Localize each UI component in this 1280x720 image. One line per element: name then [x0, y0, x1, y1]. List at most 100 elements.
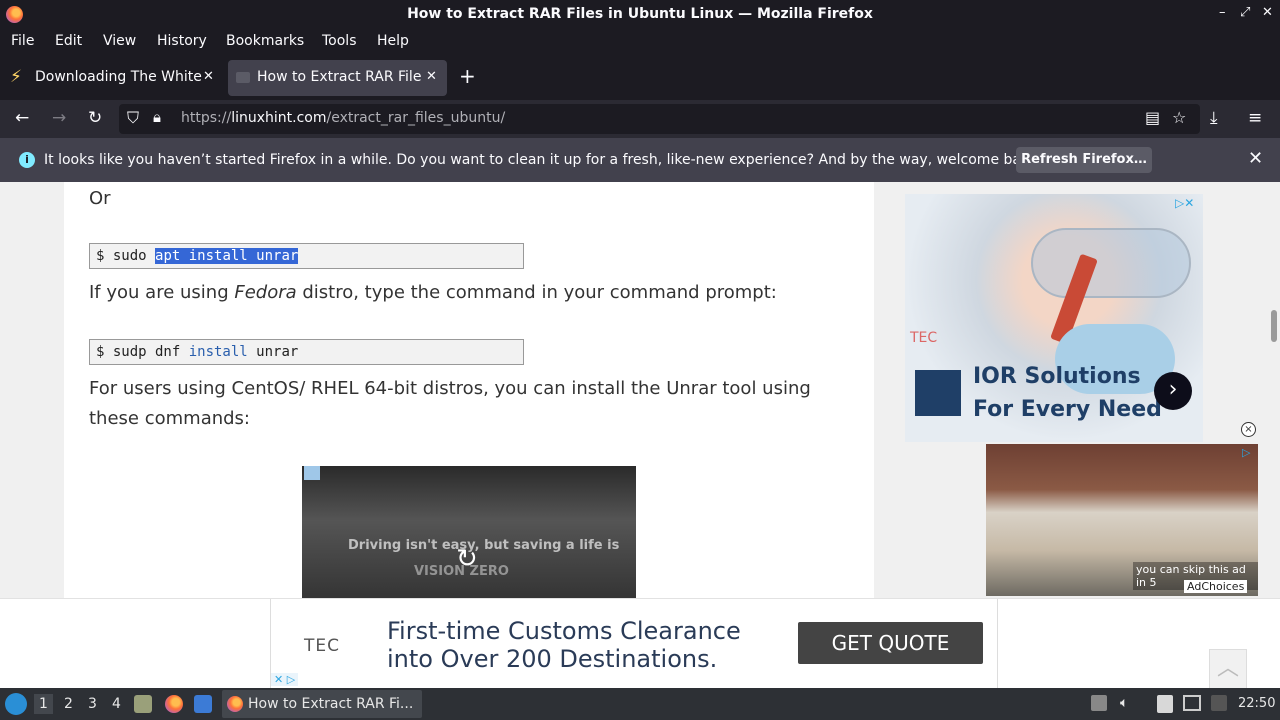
firefox-launcher-icon[interactable]: [165, 695, 183, 713]
inline-video-ad[interactable]: Driving isn't easy, but saving a life is…: [302, 466, 636, 602]
selected-code-text: apt install unrar: [155, 248, 299, 264]
info-icon: i: [19, 152, 35, 168]
tray-network-icon[interactable]: [1211, 695, 1227, 711]
menu-view[interactable]: View: [103, 33, 136, 49]
minimize-button[interactable]: –: [1219, 5, 1226, 20]
floating-video-ad[interactable]: ▷ you can skip this ad in 5 AdChoices: [986, 444, 1258, 596]
start-menu-icon[interactable]: [5, 693, 27, 715]
volume-icon[interactable]: 🔈︎: [1120, 695, 1128, 711]
centos-paragraph-line2: these commands:: [89, 408, 250, 429]
tray-clipboard-icon[interactable]: [1091, 695, 1107, 711]
workspace-1[interactable]: 1: [34, 694, 53, 714]
fedora-paragraph: If you are using Fedora distro, type the…: [89, 278, 777, 308]
new-tab-button[interactable]: +: [459, 64, 476, 88]
banner-headline-1: First-time Customs Clearance: [387, 617, 741, 645]
task-label: How to Extract RAR Fi...: [248, 696, 414, 712]
navigation-toolbar: ← → ↻ ⛉ 🔒︎ https://linuxhint.com/extract…: [0, 100, 1280, 138]
tab-strip: ⚡ Downloading The White H ✕ How to Extra…: [0, 56, 1280, 100]
tab-close-icon[interactable]: ✕: [426, 69, 437, 84]
or-text: Or: [89, 188, 111, 209]
back-arrow-icon[interactable]: ←: [15, 108, 29, 128]
code-block-apt[interactable]: $ sudo apt install unrar: [89, 243, 524, 269]
page-scrollbar[interactable]: [1268, 182, 1280, 602]
menu-file[interactable]: File: [11, 33, 34, 49]
file-manager-icon[interactable]: [134, 695, 152, 713]
window-title: How to Extract RAR Files in Ubuntu Linux…: [407, 6, 873, 22]
hamburger-menu-icon[interactable]: ≡: [1248, 108, 1262, 128]
centos-paragraph-line1: For users using CentOS/ RHEL 64-bit dist…: [89, 378, 811, 399]
tray-notes-icon[interactable]: [1157, 695, 1173, 713]
lock-icon[interactable]: 🔒︎: [153, 108, 161, 126]
restore-button[interactable]: ⤢: [1240, 5, 1250, 20]
ad-headline-2: For Every Need: [973, 397, 1162, 422]
menu-bookmarks[interactable]: Bookmarks: [226, 33, 304, 49]
menu-tools[interactable]: Tools: [322, 33, 357, 49]
fedora-emphasis: Fedora: [234, 282, 297, 303]
tab-label: Downloading The White H: [35, 69, 203, 85]
adchoices-tag-icon[interactable]: ▷: [1242, 446, 1256, 460]
tray-display-icon[interactable]: [1183, 695, 1201, 711]
terminal-icon[interactable]: [194, 695, 212, 713]
tab-downloading[interactable]: ⚡ Downloading The White H ✕: [4, 60, 222, 96]
adchoices-icon[interactable]: ▷✕: [1175, 196, 1194, 210]
get-quote-button[interactable]: GET QUOTE: [798, 622, 983, 664]
article-body: Or $ sudo apt install unrar If you are u…: [64, 182, 874, 602]
menu-bar: File Edit View History Bookmarks Tools H…: [0, 30, 1280, 56]
banner-headline-2: into Over 200 Destinations.: [387, 645, 718, 673]
menu-edit[interactable]: Edit: [55, 33, 82, 49]
reload-icon[interactable]: ↻: [88, 108, 102, 128]
taskbar: 1 2 3 4 How to Extract RAR Fi... 🔈︎ 22:5…: [0, 688, 1280, 720]
notification-bar: i It looks like you haven’t started Fire…: [0, 138, 1280, 182]
code-prompt: $ sudp dnf: [96, 344, 189, 360]
firefox-task-icon: [227, 696, 243, 712]
refresh-firefox-button[interactable]: Refresh Firefox…: [1016, 147, 1152, 173]
taskbar-firefox-task[interactable]: How to Extract RAR Fi...: [222, 690, 422, 718]
scroll-to-top-icon[interactable]: ︿: [1209, 649, 1247, 688]
tab-extract-rar[interactable]: How to Extract RAR Files ✕: [228, 60, 447, 96]
forward-arrow-icon[interactable]: →: [52, 108, 66, 128]
code-block-dnf[interactable]: $ sudp dnf install unrar: [89, 339, 524, 365]
workspace-2[interactable]: 2: [64, 696, 73, 712]
banner-ad[interactable]: TEC First-time Customs Clearance into Ov…: [270, 599, 998, 688]
url-text[interactable]: https://linuxhint.com/extract_rar_files_…: [181, 110, 505, 126]
close-notification-icon[interactable]: ✕: [1248, 148, 1263, 169]
tab-close-icon[interactable]: ✕: [203, 69, 214, 84]
banner-brand-logo: TEC: [304, 636, 340, 656]
bottom-banner-ad: TEC First-time Customs Clearance into Ov…: [0, 598, 1280, 688]
ad-tag-icon[interactable]: [304, 466, 320, 480]
code-keyword: install: [188, 344, 248, 360]
url-host: linuxhint.com: [231, 110, 327, 126]
url-path: /extract_rar_files_ubuntu/: [326, 110, 506, 126]
reader-view-icon[interactable]: ▤: [1145, 108, 1160, 127]
workspace-4[interactable]: 4: [112, 696, 121, 712]
banner-adchoices-icon[interactable]: ✕ ▷: [271, 673, 299, 686]
workspace-3[interactable]: 3: [88, 696, 97, 712]
bookmark-star-icon[interactable]: ☆: [1172, 108, 1186, 127]
close-ad-icon[interactable]: ×: [1241, 422, 1256, 437]
ad-goggles-shape: [1031, 228, 1191, 298]
replay-icon[interactable]: ↻: [456, 544, 478, 574]
url-scheme: https://: [181, 110, 232, 126]
code-rest: unrar: [247, 344, 299, 360]
ad-next-arrow-icon[interactable]: ›: [1154, 372, 1192, 410]
downloads-icon[interactable]: ⤓: [1210, 108, 1218, 128]
window-titlebar: How to Extract RAR Files in Ubuntu Linux…: [0, 0, 1280, 30]
code-prompt: $ sudo: [96, 248, 156, 264]
ad-brand-logo: TEC: [910, 330, 938, 346]
video-frame: [302, 466, 636, 602]
menu-help[interactable]: Help: [377, 33, 409, 49]
notification-message: It looks like you haven’t started Firefo…: [44, 152, 1043, 168]
menu-history[interactable]: History: [157, 33, 207, 49]
sidebar-ad[interactable]: TEC IOR Solutions For Every Need › ▷✕: [905, 194, 1203, 442]
url-bar[interactable]: ⛉ 🔒︎ https://linuxhint.com/extract_rar_f…: [119, 104, 1200, 134]
clock: 22:50: [1238, 696, 1276, 711]
shield-icon[interactable]: ⛉: [127, 108, 139, 128]
scrollbar-thumb[interactable]: [1271, 310, 1277, 342]
ad-logo-block: [915, 370, 961, 416]
tab-label: How to Extract RAR Files: [257, 69, 421, 85]
ad-headline-1: IOR Solutions: [973, 364, 1141, 389]
adchoices-label[interactable]: AdChoices: [1184, 580, 1248, 593]
site-favicon-icon: [236, 72, 250, 83]
page-content: Or $ sudo apt install unrar If you are u…: [0, 182, 1280, 688]
close-window-button[interactable]: ✕: [1262, 5, 1273, 20]
